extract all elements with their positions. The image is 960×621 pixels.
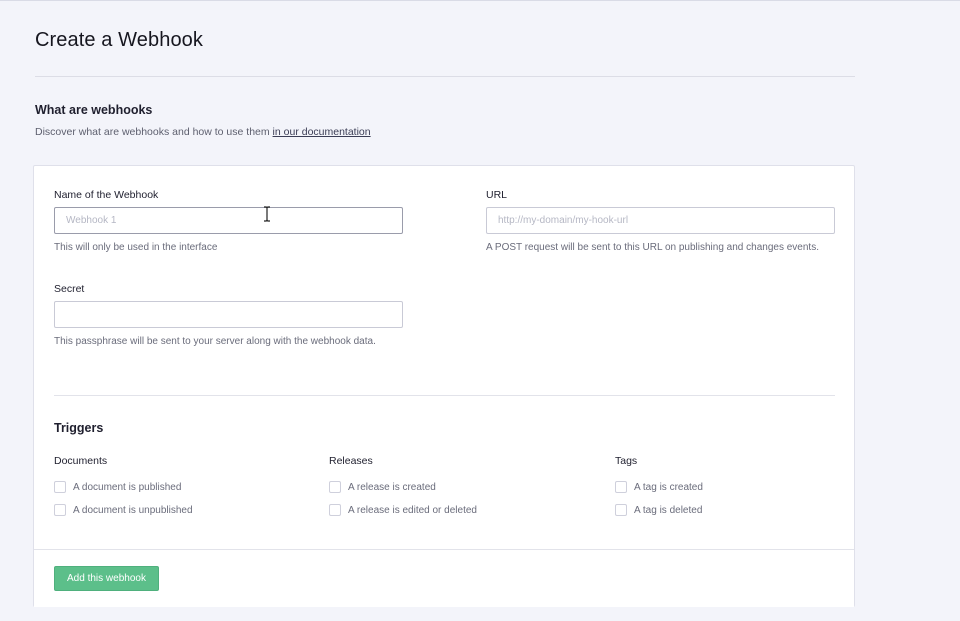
i-beam-cursor-icon	[264, 206, 270, 222]
intro-description: Discover what are webhooks and how to us…	[35, 126, 371, 138]
name-field-label: Name of the Webhook	[54, 189, 159, 201]
trigger-label: A release is created	[348, 481, 436, 493]
trigger-release-created[interactable]: A release is created	[329, 480, 436, 494]
checkbox[interactable]	[615, 504, 627, 516]
title-divider	[35, 76, 855, 77]
trigger-tag-created[interactable]: A tag is created	[615, 480, 703, 494]
trigger-label: A release is edited or deleted	[348, 504, 477, 516]
webhook-name-input[interactable]	[54, 207, 403, 234]
secret-field-label: Secret	[54, 283, 85, 295]
webhook-secret-input[interactable]	[54, 301, 403, 328]
trigger-document-published[interactable]: A document is published	[54, 480, 181, 494]
trigger-label: A document is unpublished	[73, 504, 193, 516]
checkbox[interactable]	[329, 481, 341, 493]
checkbox[interactable]	[54, 504, 66, 516]
url-field-label: URL	[486, 189, 508, 201]
trigger-group-tags-title: Tags	[615, 455, 638, 467]
trigger-document-unpublished[interactable]: A document is unpublished	[54, 503, 193, 517]
checkbox[interactable]	[615, 481, 627, 493]
webhook-form-card: Name of the Webhook This will only be us…	[33, 165, 855, 607]
trigger-tag-deleted[interactable]: A tag is deleted	[615, 503, 702, 517]
url-field-help: A POST request will be sent to this URL …	[486, 242, 819, 253]
create-webhook-page: Create a Webhook What are webhooks Disco…	[0, 0, 960, 621]
trigger-group-releases-title: Releases	[329, 455, 373, 467]
trigger-group-documents-title: Documents	[54, 455, 108, 467]
form-divider	[54, 395, 835, 396]
triggers-heading: Triggers	[54, 421, 104, 435]
documentation-link[interactable]: in our documentation	[273, 126, 371, 138]
checkbox[interactable]	[329, 504, 341, 516]
page-title: Create a Webhook	[35, 29, 203, 51]
webhook-url-input[interactable]	[486, 207, 835, 234]
trigger-label: A tag is deleted	[634, 504, 703, 516]
trigger-label: A tag is created	[634, 481, 703, 493]
intro-heading: What are webhooks	[35, 103, 153, 117]
name-field-help: This will only be used in the interface	[54, 242, 218, 253]
secret-field-help: This passphrase will be sent to your ser…	[54, 336, 376, 347]
intro-description-text: Discover what are webhooks and how to us…	[35, 126, 273, 138]
trigger-label: A document is published	[73, 481, 182, 493]
trigger-release-edited-or-deleted[interactable]: A release is edited or deleted	[329, 503, 477, 517]
add-webhook-button[interactable]: Add this webhook	[54, 566, 159, 591]
form-footer: Add this webhook	[34, 549, 854, 607]
checkbox[interactable]	[54, 481, 66, 493]
